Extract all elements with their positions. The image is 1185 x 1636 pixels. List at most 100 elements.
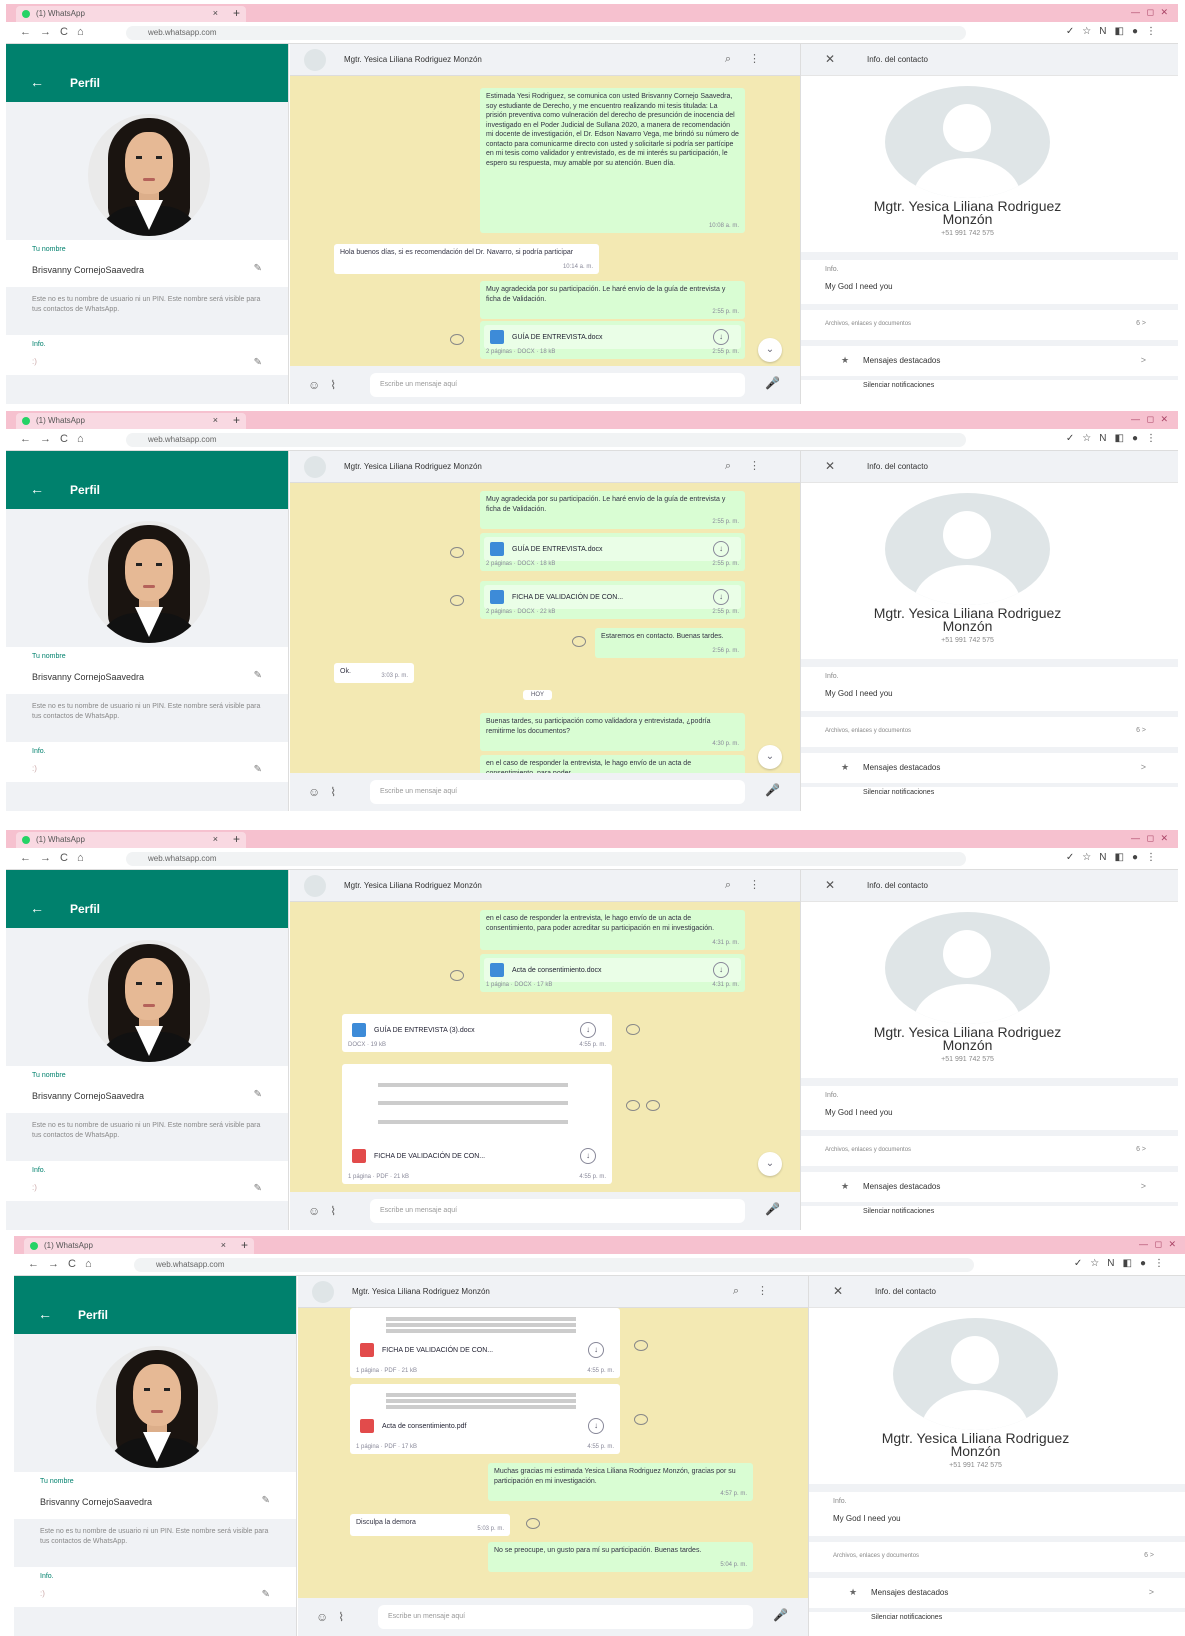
mute-notifications[interactable]: Silenciar notificaciones	[809, 1612, 1185, 1636]
attach-paperclip-icon[interactable]: ⌇	[330, 1204, 346, 1218]
document-attachment[interactable]: FICHA DE VALIDACIÓN DE CON... ↓	[346, 1144, 608, 1168]
tab-close-icon[interactable]: ×	[221, 1240, 226, 1250]
message-input[interactable]: Escribe un mensaje aquí	[378, 1605, 753, 1629]
contact-avatar[interactable]	[304, 875, 326, 897]
profile-photo[interactable]	[88, 114, 210, 236]
chat-header[interactable]: Mgtr. Yesica Liliana Rodriguez Monzón ⌕⋮	[290, 870, 800, 902]
reload-icon[interactable]: C	[60, 433, 77, 445]
back-icon[interactable]: ←	[20, 852, 40, 864]
close-icon[interactable]: ✕	[825, 52, 835, 66]
reaction-smiley-icon[interactable]	[572, 636, 586, 647]
url-field[interactable]: web.whatsapp.com	[126, 433, 966, 447]
scroll-down-chevron-icon[interactable]: ⌄	[758, 1152, 782, 1176]
extension-icon[interactable]: ⋮	[1146, 26, 1164, 37]
document-message[interactable]: FICHA DE VALIDACIÓN DE CON... ↓ 2 páginas …	[480, 581, 745, 619]
microphone-icon[interactable]: 🎤	[773, 1608, 788, 1622]
message-bubble[interactable]: Estimada Yesi Rodriguez, se comunica con…	[480, 88, 745, 233]
emoji-icon[interactable]: ☺	[316, 1610, 338, 1624]
back-arrow-icon[interactable]: ←	[30, 74, 44, 90]
reaction-smiley-icon[interactable]	[450, 334, 464, 345]
reaction-smiley-icon[interactable]	[450, 595, 464, 606]
message-input[interactable]: Escribe un mensaje aquí	[370, 780, 745, 804]
starred-messages[interactable]: ★ Mensajes destacados >	[801, 1172, 1178, 1202]
document-message[interactable]: GUÍA DE ENTREVISTA.docx ↓ 2 páginas · DOCX…	[480, 321, 745, 359]
microphone-icon[interactable]: 🎤	[765, 783, 780, 797]
chat-header[interactable]: Mgtr. Yesica Liliana Rodriguez Monzón ⌕⋮	[298, 1276, 808, 1308]
document-message[interactable]: FICHA DE VALIDACIÓN DE CON... ↓ 1 página ·…	[350, 1308, 620, 1378]
reload-icon[interactable]: C	[60, 852, 77, 864]
window-controls[interactable]: — ◻ ✕	[1131, 7, 1170, 18]
window-controls[interactable]: — ◻ ✕	[1131, 833, 1170, 844]
menu-kebab-icon[interactable]: ⋮	[757, 1285, 786, 1297]
edit-name-pencil-icon[interactable]: ✎	[262, 1495, 270, 1506]
extension-icons[interactable]: ✓☆N◧●⋮	[1066, 433, 1164, 444]
new-tab-icon[interactable]: +	[233, 413, 240, 427]
search-icon[interactable]: ⌕	[725, 879, 749, 891]
extension-icon[interactable]: N	[1107, 1258, 1122, 1269]
new-tab-icon[interactable]: +	[241, 1238, 248, 1252]
download-icon[interactable]: ↓	[713, 329, 729, 345]
reaction-smiley-icon[interactable]	[634, 1340, 648, 1351]
nav-buttons[interactable]: ←→C⌂	[20, 26, 93, 38]
new-tab-icon[interactable]: +	[233, 6, 240, 20]
extension-icon[interactable]: ◧	[1115, 852, 1132, 863]
reaction-smiley-icon[interactable]	[450, 547, 464, 558]
extension-icon[interactable]: ⋮	[1154, 1258, 1172, 1269]
extension-icon[interactable]: ◧	[1115, 26, 1132, 37]
attach-paperclip-icon[interactable]: ⌇	[330, 378, 346, 392]
back-icon[interactable]: ←	[28, 1258, 48, 1270]
extension-icon[interactable]: ◧	[1115, 433, 1132, 444]
home-icon[interactable]: ⌂	[77, 433, 93, 445]
extension-icon[interactable]: ☆	[1082, 852, 1099, 863]
messages-area[interactable]: Muy agradecida por su participación. Le …	[290, 483, 800, 773]
message-bubble[interactable]: Hola buenos días, si es recomendación de…	[334, 244, 599, 274]
media-links-docs[interactable]: Archivos, enlaces y documentos 6 >	[801, 1136, 1178, 1166]
media-links-docs[interactable]: Archivos, enlaces y documentos 6 >	[801, 310, 1178, 340]
tab-close-icon[interactable]: ×	[213, 8, 218, 18]
reaction-smiley-icon[interactable]	[526, 1518, 540, 1529]
extension-icon[interactable]: ✓	[1066, 852, 1082, 863]
extension-icon[interactable]: N	[1099, 852, 1114, 863]
starred-messages[interactable]: ★ Mensajes destacados >	[809, 1578, 1185, 1608]
extension-icon[interactable]: ●	[1132, 26, 1146, 37]
message-input[interactable]: Escribe un mensaje aquí	[370, 1199, 745, 1223]
extension-icon[interactable]: ●	[1132, 433, 1146, 444]
edit-info-pencil-icon[interactable]: ✎	[254, 764, 262, 775]
forward-icon[interactable]: →	[40, 852, 60, 864]
reload-icon[interactable]: C	[68, 1258, 85, 1270]
message-bubble[interactable]: Muy agradecida por su participación. Le …	[480, 491, 745, 529]
message-bubble[interactable]: Muy agradecida por su participación. Le …	[480, 281, 745, 319]
tab-close-icon[interactable]: ×	[213, 415, 218, 425]
extension-icon[interactable]: ☆	[1082, 26, 1099, 37]
contact-avatar[interactable]	[312, 1281, 334, 1303]
extension-icon[interactable]: ☆	[1090, 1258, 1107, 1269]
home-icon[interactable]: ⌂	[77, 852, 93, 864]
profile-photo[interactable]	[96, 1346, 218, 1468]
document-message[interactable]: GUÍA DE ENTREVISTA.docx ↓ 2 páginas · DOCX…	[480, 533, 745, 571]
chat-header[interactable]: Mgtr. Yesica Liliana Rodriguez Monzón ⌕⋮	[290, 451, 800, 483]
home-icon[interactable]: ⌂	[77, 26, 93, 38]
home-icon[interactable]: ⌂	[85, 1258, 101, 1270]
default-avatar-icon[interactable]	[893, 1318, 1058, 1430]
message-bubble[interactable]: No se preocupe, un gusto para mí su part…	[488, 1542, 753, 1572]
message-bubble[interactable]: en el caso de responder la entrevista, l…	[480, 910, 745, 950]
extension-icon[interactable]: ✓	[1074, 1258, 1090, 1269]
edit-name-pencil-icon[interactable]: ✎	[254, 1089, 262, 1100]
document-message[interactable]: Acta de consentimiento.pdf ↓ 1 página · PD…	[350, 1384, 620, 1454]
forward-icon[interactable]: →	[40, 433, 60, 445]
extension-icon[interactable]: ●	[1132, 852, 1146, 863]
document-preview[interactable]	[356, 1312, 614, 1336]
reaction-smiley-icon[interactable]	[450, 970, 464, 981]
download-icon[interactable]: ↓	[713, 962, 729, 978]
nav-buttons[interactable]: ←→C⌂	[20, 852, 93, 864]
contact-avatar[interactable]	[304, 49, 326, 71]
messages-area[interactable]: Estimada Yesi Rodriguez, se comunica con…	[290, 76, 800, 366]
document-message[interactable]: GUÍA DE ENTREVISTA (3).docx ↓ DOCX · 19 kB…	[342, 1014, 612, 1052]
media-links-docs[interactable]: Archivos, enlaces y documentos 6 >	[801, 717, 1178, 747]
back-arrow-icon[interactable]: ←	[38, 1306, 52, 1322]
extension-icon[interactable]: N	[1099, 26, 1114, 37]
back-icon[interactable]: ←	[20, 26, 40, 38]
chat-contact-name[interactable]: Mgtr. Yesica Liliana Rodriguez Monzón	[344, 881, 482, 890]
document-attachment[interactable]: GUÍA DE ENTREVISTA (3).docx ↓	[346, 1018, 608, 1042]
search-icon[interactable]: ⌕	[725, 53, 749, 65]
